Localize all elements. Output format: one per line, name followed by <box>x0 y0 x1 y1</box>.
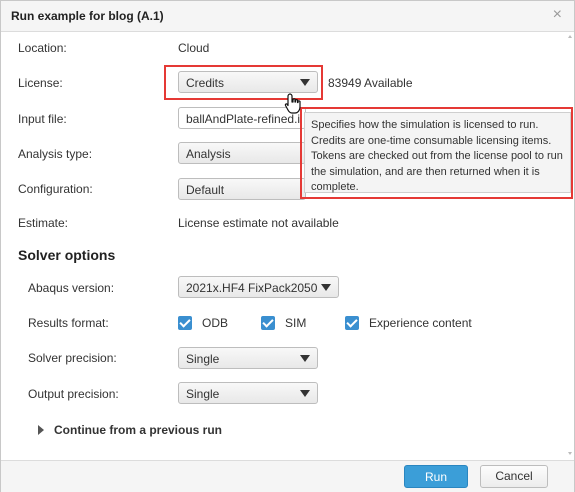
abaqus-version-label: Abaqus version: <box>28 281 115 295</box>
estimate-label: Estimate: <box>18 216 69 230</box>
location-label: Location: <box>18 41 67 55</box>
solver-precision-select[interactable]: Single <box>178 347 318 369</box>
estimate-value: License estimate not available <box>178 216 339 230</box>
scroll-down-arrow-icon <box>568 452 572 455</box>
run-button[interactable]: Run <box>404 465 468 488</box>
abaqus-version-value: 2021x.HF4 FixPack2050 <box>186 281 318 295</box>
analysis-type-value: Analysis <box>186 147 231 161</box>
chevron-down-icon <box>300 390 310 397</box>
solver-precision-value: Single <box>186 352 220 366</box>
configuration-label: Configuration: <box>18 182 93 196</box>
checkbox-sim-label: SIM <box>285 316 307 330</box>
output-precision-select[interactable]: Single <box>178 382 318 404</box>
checkbox-odb-label: ODB <box>202 316 229 330</box>
checkbox-experience-content-label: Experience content <box>369 316 472 330</box>
checkbox-experience-content[interactable] <box>345 316 359 330</box>
scrollbar[interactable] <box>566 32 574 460</box>
hand-cursor-icon <box>284 93 301 114</box>
abaqus-version-select[interactable]: 2021x.HF4 FixPack2050 <box>178 276 339 298</box>
dialog-title: Run example for blog (A.1) <box>11 9 164 23</box>
configuration-select[interactable]: Default <box>178 178 306 200</box>
continue-previous-run-toggle[interactable]: Continue from a previous run <box>54 423 222 437</box>
input-file-label: Input file: <box>18 112 67 126</box>
checkbox-odb[interactable] <box>178 316 192 330</box>
close-icon[interactable]: × <box>553 6 562 24</box>
run-dialog: Run example for blog (A.1) × Location: C… <box>0 0 575 492</box>
output-precision-label: Output precision: <box>28 387 119 401</box>
chevron-down-icon <box>300 355 310 362</box>
dialog-titlebar: Run example for blog (A.1) × <box>1 1 574 32</box>
checkbox-sim[interactable] <box>261 316 275 330</box>
analysis-type-label: Analysis type: <box>18 147 93 161</box>
output-precision-value: Single <box>186 387 220 401</box>
scroll-up-arrow-icon <box>568 35 572 38</box>
solver-options-heading: Solver options <box>18 247 116 263</box>
dialog-footer: Run Cancel <box>1 460 574 492</box>
expand-triangle-icon[interactable] <box>38 425 44 435</box>
tooltip-highlight-box <box>300 107 573 199</box>
configuration-value: Default <box>186 183 225 197</box>
solver-precision-label: Solver precision: <box>28 351 117 365</box>
license-label: License: <box>18 76 63 90</box>
location-value: Cloud <box>178 41 210 55</box>
analysis-type-select[interactable]: Analysis <box>178 142 306 164</box>
chevron-down-icon <box>321 284 331 291</box>
results-format-label: Results format: <box>28 316 109 330</box>
cancel-button[interactable]: Cancel <box>480 465 548 488</box>
license-available: 83949 Available <box>328 76 413 90</box>
